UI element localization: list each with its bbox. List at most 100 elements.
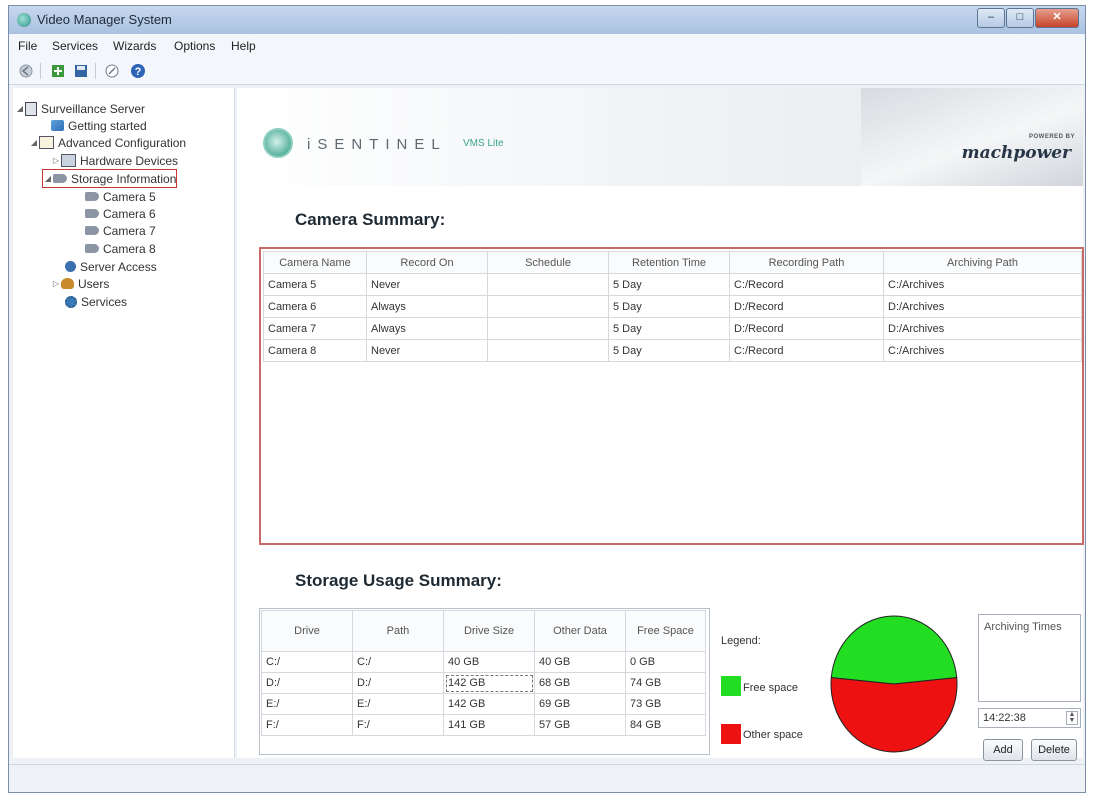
menu-options[interactable]: Options xyxy=(174,39,215,53)
help-icon[interactable]: ? xyxy=(129,62,147,80)
table-cell[interactable] xyxy=(487,317,609,340)
table-cell[interactable]: 142 GB xyxy=(443,672,535,694)
table-cell[interactable] xyxy=(487,295,609,318)
menu-services[interactable]: Services xyxy=(52,39,98,53)
table-cell[interactable]: D:/ xyxy=(261,672,353,694)
tree-item-advanced-configuration[interactable]: ◢ Advanced Configuration xyxy=(29,134,186,151)
column-header[interactable]: Drive Size xyxy=(443,610,535,652)
table-cell[interactable]: 68 GB xyxy=(534,672,626,694)
save-icon[interactable] xyxy=(72,62,90,80)
tree-item-camera-5[interactable]: Camera 5 xyxy=(85,188,156,205)
table-cell[interactable]: D:/Record xyxy=(729,317,884,340)
table-cell[interactable]: F:/ xyxy=(352,714,444,736)
table-cell[interactable]: D:/Archives xyxy=(883,295,1082,318)
table-cell[interactable]: 84 GB xyxy=(625,714,706,736)
menu-file[interactable]: File xyxy=(18,39,37,53)
table-cell[interactable]: D:/Archives xyxy=(883,317,1082,340)
close-button[interactable]: ✕ xyxy=(1035,8,1079,28)
tree-item-server-access[interactable]: Server Access xyxy=(65,258,157,275)
column-header[interactable]: Other Data xyxy=(534,610,626,652)
table-cell[interactable]: 40 GB xyxy=(534,651,626,673)
table-row[interactable]: E:/E:/142 GB 69 GB 73 GB xyxy=(261,693,706,715)
table-cell[interactable]: Camera 6 xyxy=(263,295,367,318)
tree-item-camera-7[interactable]: Camera 7 xyxy=(85,222,156,239)
table-row[interactable]: C:/C:/40 GB 40 GB 0 GB xyxy=(261,651,706,673)
table-cell[interactable]: Camera 7 xyxy=(263,317,367,340)
column-header[interactable]: Archiving Path xyxy=(883,251,1082,274)
table-cell[interactable]: 141 GB xyxy=(443,714,535,736)
table-row[interactable]: Camera 7 Always 5 Day D:/Record D:/Archives xyxy=(263,317,1082,340)
table-cell[interactable]: 73 GB xyxy=(625,693,706,715)
table-row[interactable]: F:/F:/141 GB 57 GB 84 GB xyxy=(261,714,706,736)
table-cell[interactable]: 69 GB xyxy=(534,693,626,715)
table-row[interactable]: D:/D:/142 GB 68 GB 74 GB xyxy=(261,672,706,694)
delete-button[interactable]: Delete xyxy=(1031,739,1077,761)
collapse-arrow-icon[interactable]: ◢ xyxy=(43,174,53,183)
column-header[interactable]: Retention Time xyxy=(608,251,730,274)
title-bar[interactable]: Video Manager System – □ ✕ xyxy=(9,6,1085,35)
link-icon[interactable] xyxy=(103,62,121,80)
table-cell[interactable] xyxy=(487,339,609,362)
column-header[interactable]: Drive xyxy=(261,610,353,652)
column-header[interactable]: Recording Path xyxy=(729,251,884,274)
tree-item-camera-6[interactable]: Camera 6 xyxy=(85,205,156,222)
table-cell[interactable]: E:/ xyxy=(352,693,444,715)
table-cell[interactable]: C:/Archives xyxy=(883,339,1082,362)
add-icon[interactable] xyxy=(49,62,67,80)
table-cell[interactable]: Camera 8 xyxy=(263,339,367,362)
tree-item-hardware-devices[interactable]: ▷ Hardware Devices xyxy=(51,152,178,169)
table-cell[interactable]: F:/ xyxy=(261,714,353,736)
table-cell[interactable]: C:/Record xyxy=(729,339,884,362)
tree-item-getting-started[interactable]: Getting started xyxy=(51,117,147,134)
table-cell[interactable]: 5 Day xyxy=(608,295,730,318)
spinner-icon[interactable]: ▲ ▼ xyxy=(1066,711,1078,725)
tree-item-services[interactable]: Services xyxy=(65,293,127,310)
table-row[interactable]: Camera 8 Never 5 Day C:/Record C:/Archives xyxy=(263,339,1082,362)
expand-arrow-icon[interactable]: ▷ xyxy=(51,279,61,288)
column-header[interactable]: Record On xyxy=(366,251,488,274)
archiving-time-input[interactable]: 14:22:38 ▲ ▼ xyxy=(978,708,1081,728)
table-cell[interactable]: 0 GB xyxy=(625,651,706,673)
column-header[interactable]: Schedule xyxy=(487,251,609,274)
table-cell[interactable]: Never xyxy=(366,273,488,296)
table-row[interactable]: Camera 6 Always 5 Day D:/Record D:/Archives xyxy=(263,295,1082,318)
collapse-arrow-icon[interactable]: ◢ xyxy=(15,104,25,113)
back-icon[interactable] xyxy=(17,62,35,80)
column-header[interactable]: Path xyxy=(352,610,444,652)
archiving-times-list[interactable]: Archiving Times xyxy=(978,614,1081,702)
column-header[interactable]: Free Space xyxy=(625,610,706,652)
table-cell[interactable]: C:/ xyxy=(352,651,444,673)
table-cell[interactable]: Always xyxy=(366,295,488,318)
table-cell[interactable]: 74 GB xyxy=(625,672,706,694)
tree-item-users[interactable]: ▷ Users xyxy=(51,275,109,292)
brand-edition: VMS Lite xyxy=(463,138,504,149)
table-row[interactable]: Camera 5 Never 5 Day C:/Record C:/Archives xyxy=(263,273,1082,296)
table-cell[interactable]: Camera 5 xyxy=(263,273,367,296)
table-cell[interactable]: E:/ xyxy=(261,693,353,715)
table-cell[interactable]: 40 GB xyxy=(443,651,535,673)
tree-item-storage-information[interactable]: ◢ Storage Information xyxy=(41,169,178,188)
table-cell[interactable] xyxy=(487,273,609,296)
table-cell[interactable]: Always xyxy=(366,317,488,340)
add-button[interactable]: Add xyxy=(983,739,1023,761)
minimize-button[interactable]: – xyxy=(977,8,1005,28)
tree-item-surveillance-server[interactable]: ◢ Surveillance Server xyxy=(15,100,145,117)
maximize-button[interactable]: □ xyxy=(1006,8,1034,28)
table-cell[interactable]: C:/Archives xyxy=(883,273,1082,296)
tree-item-camera-8[interactable]: Camera 8 xyxy=(85,240,156,257)
table-cell[interactable]: Never xyxy=(366,339,488,362)
table-cell[interactable]: 5 Day xyxy=(608,273,730,296)
expand-arrow-icon[interactable]: ▷ xyxy=(51,156,61,165)
table-cell[interactable]: C:/Record xyxy=(729,273,884,296)
table-cell[interactable]: D:/ xyxy=(352,672,444,694)
table-cell[interactable]: 5 Day xyxy=(608,339,730,362)
collapse-arrow-icon[interactable]: ◢ xyxy=(29,138,39,147)
menu-help[interactable]: Help xyxy=(231,39,256,53)
table-cell[interactable]: C:/ xyxy=(261,651,353,673)
column-header[interactable]: Camera Name xyxy=(263,251,367,274)
table-cell[interactable]: 57 GB xyxy=(534,714,626,736)
menu-wizards[interactable]: Wizards xyxy=(113,39,156,53)
table-cell[interactable]: D:/Record xyxy=(729,295,884,318)
table-cell[interactable]: 5 Day xyxy=(608,317,730,340)
table-cell[interactable]: 142 GB xyxy=(443,693,535,715)
